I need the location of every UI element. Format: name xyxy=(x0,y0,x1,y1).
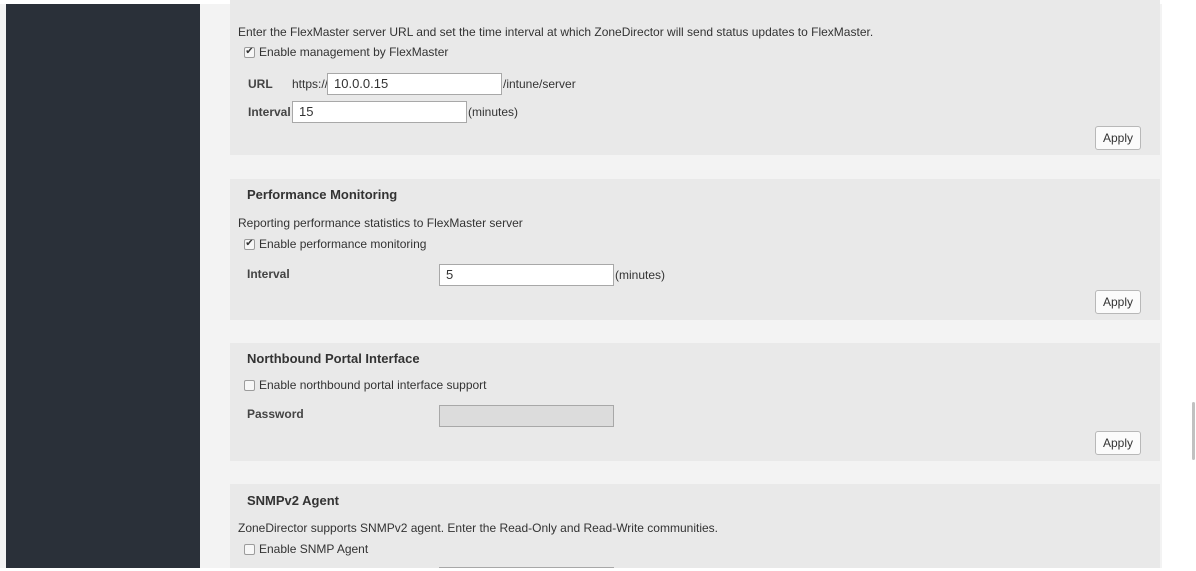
flexmaster-url-input[interactable]: 10.0.0.15 xyxy=(327,73,502,95)
flexmaster-interval-unit: (minutes) xyxy=(468,105,519,119)
northbound-title: Northbound Portal Interface xyxy=(247,351,420,366)
northbound-apply-button[interactable]: Apply xyxy=(1095,431,1141,455)
performance-interval-input[interactable]: 5 xyxy=(439,264,614,286)
snmp-description: ZoneDirector supports SNMPv2 agent. Ente… xyxy=(238,521,718,535)
northbound-password-label: Password xyxy=(247,407,304,421)
enable-snmp-checkbox[interactable] xyxy=(244,543,255,555)
performance-interval-unit: (minutes) xyxy=(615,268,666,282)
enable-performance-row[interactable]: ✔ Enable performance monitoring xyxy=(244,237,426,251)
enable-snmp-label: Enable SNMP Agent xyxy=(259,542,369,556)
url-label: URL xyxy=(248,77,273,91)
performance-title: Performance Monitoring xyxy=(247,187,398,202)
url-prefix: https:// xyxy=(292,77,329,91)
url-suffix: /intune/server xyxy=(503,77,576,91)
snmp-community-input[interactable] xyxy=(439,567,614,568)
enable-northbound-label: Enable northbound portal interface suppo… xyxy=(259,378,487,392)
performance-apply-button[interactable]: Apply xyxy=(1095,290,1141,314)
performance-description: Reporting performance statistics to Flex… xyxy=(238,216,523,230)
flexmaster-description: Enter the FlexMaster server URL and set … xyxy=(238,25,874,39)
enable-flexmaster-checkbox[interactable]: ✔ xyxy=(244,46,255,58)
enable-flexmaster-label: Enable management by FlexMaster xyxy=(259,45,449,59)
enable-performance-label: Enable performance monitoring xyxy=(259,237,427,251)
snmp-title: SNMPv2 Agent xyxy=(247,493,339,508)
enable-snmp-row[interactable]: Enable SNMP Agent xyxy=(244,542,368,556)
enable-performance-checkbox[interactable]: ✔ xyxy=(244,238,255,250)
flexmaster-interval-label: Interval xyxy=(248,105,291,119)
northbound-portal-panel: Northbound Portal Interface Enable north… xyxy=(230,343,1160,461)
northbound-password-input[interactable] xyxy=(439,405,614,427)
left-sidebar xyxy=(6,4,200,568)
enable-flexmaster-row[interactable]: ✔ Enable management by FlexMaster xyxy=(244,45,448,59)
performance-interval-label: Interval xyxy=(247,267,290,281)
flexmaster-apply-button[interactable]: Apply xyxy=(1095,126,1141,150)
performance-monitoring-panel: Performance Monitoring Reporting perform… xyxy=(230,179,1160,320)
right-pane xyxy=(1162,0,1196,571)
scrollbar-thumb[interactable] xyxy=(1192,402,1195,460)
flexmaster-interval-input[interactable]: 15 xyxy=(292,101,467,123)
enable-northbound-checkbox[interactable] xyxy=(244,379,255,391)
flexmaster-management-panel: Enter the FlexMaster server URL and set … xyxy=(230,0,1160,155)
enable-northbound-row[interactable]: Enable northbound portal interface suppo… xyxy=(244,378,487,392)
snmpv2-agent-panel: SNMPv2 Agent ZoneDirector supports SNMPv… xyxy=(230,484,1160,568)
